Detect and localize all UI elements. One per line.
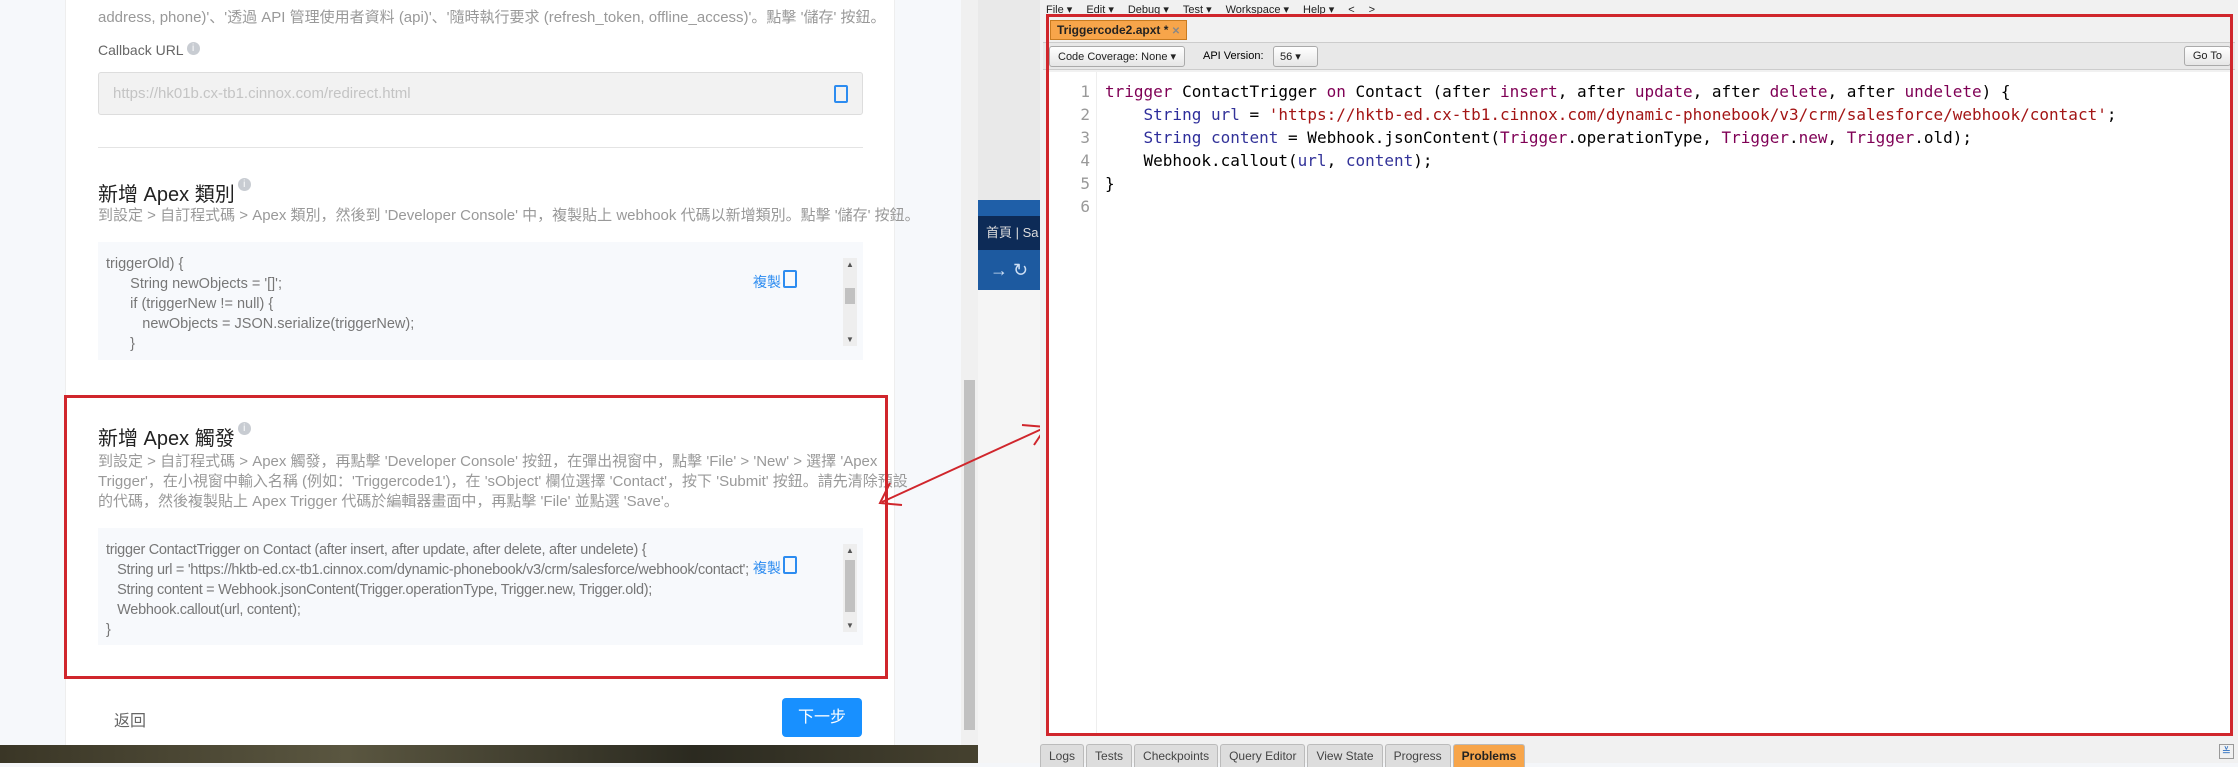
forward-icon[interactable]: → ↻ bbox=[978, 250, 1040, 290]
cinnox-setup-window: address, phone)'、'透過 API 管理使用者資料 (api)'、… bbox=[0, 0, 978, 745]
info-icon: i bbox=[186, 42, 200, 55]
menu-bar: File ▾ Edit ▾ Debug ▾ Test ▾ Workspace ▾ Help… bbox=[1046, 0, 1389, 16]
apex-class-code-box: triggerOld) { String newObjects = '[]'; … bbox=[98, 242, 863, 360]
apex-class-title-text: 新增 Apex 類別 bbox=[98, 184, 235, 206]
callback-url-field[interactable]: https://hk01b.cx-tb1.cinnox.com/redirect… bbox=[98, 72, 863, 115]
copy-icon[interactable] bbox=[783, 270, 797, 288]
scrollbar[interactable]: ▲ ▼ bbox=[843, 258, 857, 346]
browser-bar bbox=[978, 200, 1040, 216]
tab-checkpoints[interactable]: Checkpoints bbox=[1134, 744, 1219, 767]
divider bbox=[98, 147, 863, 148]
oauth-scope-text: address, phone)'、'透過 API 管理使用者資料 (api)'、… bbox=[98, 9, 886, 26]
apex-class-code[interactable]: triggerOld) { String newObjects = '[]'; … bbox=[106, 254, 414, 354]
callback-url-label: Callback URL i bbox=[98, 42, 200, 58]
callback-url-label-text: Callback URL bbox=[98, 42, 184, 58]
next-step-button[interactable]: 下一步 bbox=[782, 698, 862, 737]
apex-class-description: 到設定 > 自訂程式碼 > Apex 類別，然後到 'Developer Con… bbox=[98, 207, 920, 224]
page-scrollbar[interactable] bbox=[961, 0, 978, 745]
tab-query-editor[interactable]: Query Editor bbox=[1220, 744, 1306, 767]
tab-problems[interactable]: Problems bbox=[1452, 744, 1526, 767]
apex-class-title: 新增 Apex 類別 i bbox=[98, 178, 251, 207]
annotation-highlight-box bbox=[64, 395, 888, 679]
copy-button[interactable]: 複製 bbox=[753, 272, 781, 292]
bottom-panel-tabs: Logs Tests Checkpoints Query Editor View Sta… bbox=[1040, 744, 2238, 767]
back-button[interactable]: 返回 bbox=[114, 707, 146, 731]
developer-console: File ▾ Edit ▾ Debug ▾ Test ▾ Workspace ▾ Help… bbox=[1040, 0, 2238, 767]
desktop-wallpaper bbox=[0, 745, 1040, 763]
copy-icon[interactable] bbox=[834, 85, 848, 103]
annotation-arrow bbox=[878, 424, 1048, 506]
tab-logs[interactable]: Logs bbox=[1040, 744, 1085, 767]
background-browser: 首頁 | Sa → ↻ bbox=[978, 0, 1040, 763]
browser-content bbox=[978, 290, 1040, 763]
annotation-highlight-box bbox=[1046, 14, 2233, 736]
info-icon: i bbox=[237, 178, 251, 191]
callback-url-value: https://hk01b.cx-tb1.cinnox.com/redirect… bbox=[113, 85, 411, 102]
expand-panel-icon[interactable]: ≚ bbox=[2218, 744, 2234, 759]
browser-tab[interactable]: 首頁 | Sa bbox=[978, 216, 1040, 250]
tab-view-state[interactable]: View State bbox=[1307, 744, 1383, 767]
tab-tests[interactable]: Tests bbox=[1086, 744, 1133, 767]
tab-progress[interactable]: Progress bbox=[1384, 744, 1451, 767]
